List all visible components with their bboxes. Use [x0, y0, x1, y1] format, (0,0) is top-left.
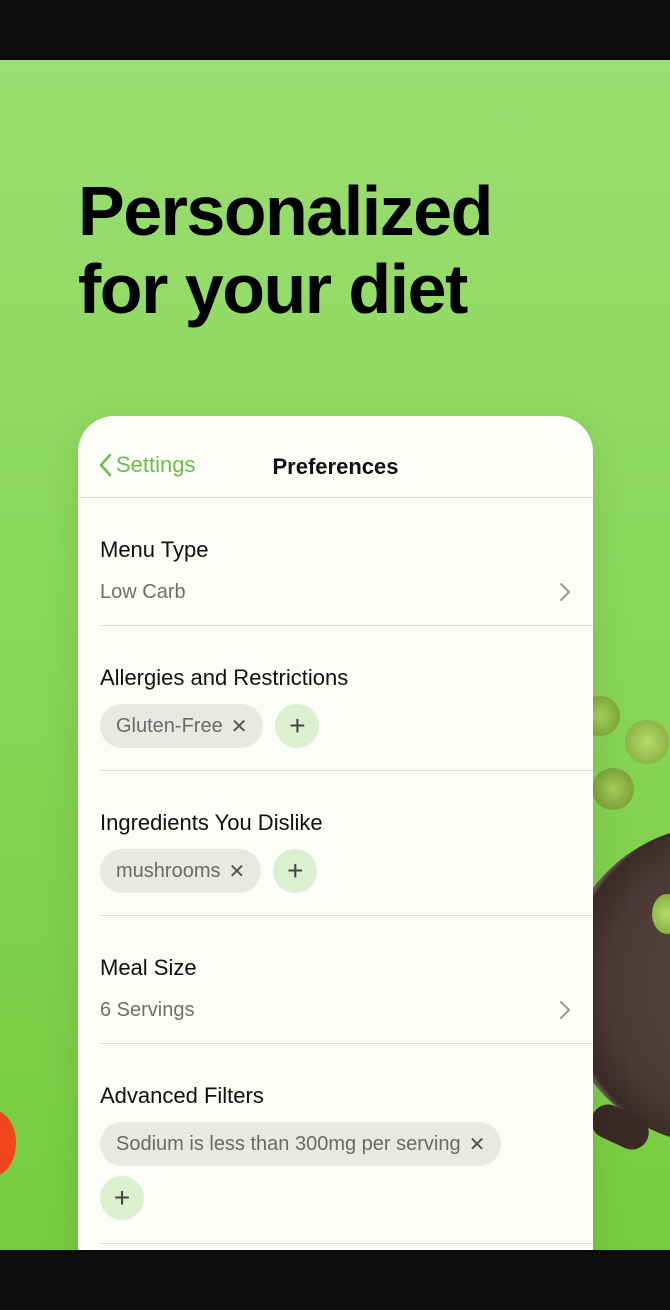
- plus-icon: +: [113, 1182, 131, 1213]
- page-title: Preferences: [272, 454, 399, 479]
- brussels-sprout-illustration: [592, 768, 634, 810]
- menu-type-value: Low Carb: [100, 581, 186, 603]
- menu-type-title: Menu Type: [100, 537, 209, 562]
- headline-line-2: for your diet: [78, 250, 468, 328]
- chevron-right-icon: [560, 583, 570, 601]
- nav-bar: Settings Preferences: [78, 416, 593, 498]
- add-allergy-button[interactable]: +: [275, 704, 320, 748]
- filter-chip[interactable]: Sodium is less than 300mg per serving ✕: [100, 1122, 502, 1166]
- chip-label: Gluten-Free: [116, 714, 223, 737]
- advanced-filters-title: Advanced Filters: [100, 1083, 264, 1108]
- promo-background: Personalized for your diet Settings Pref…: [0, 60, 670, 1250]
- dislike-chip[interactable]: mushrooms ✕: [100, 849, 262, 893]
- remove-icon[interactable]: ✕: [469, 1132, 486, 1157]
- chip-label: Sodium is less than 300mg per serving: [116, 1132, 461, 1155]
- brussels-sprout-illustration: [625, 720, 669, 764]
- add-dislike-button[interactable]: +: [273, 849, 318, 893]
- dislikes-section: Ingredients You Dislike mushrooms ✕ +: [100, 771, 593, 916]
- plus-icon: +: [287, 855, 304, 886]
- tomato-illustration: [0, 1110, 16, 1176]
- meal-size-title: Meal Size: [100, 955, 197, 980]
- allergies-section: Allergies and Restrictions Gluten-Free ✕…: [100, 626, 593, 771]
- advanced-filters-section: Advanced Filters Sodium is less than 300…: [100, 1044, 593, 1244]
- meal-size-value: 6 Servings: [100, 999, 195, 1021]
- remove-icon[interactable]: ✕: [231, 714, 248, 739]
- plus-icon: +: [289, 710, 306, 741]
- meal-size-row[interactable]: Meal Size 6 Servings: [100, 916, 593, 1044]
- preferences-screen: Settings Preferences Menu Type Low Carb …: [78, 416, 593, 1250]
- headline-line-1: Personalized: [78, 172, 493, 250]
- add-filter-button[interactable]: +: [100, 1176, 144, 1220]
- remove-icon[interactable]: ✕: [228, 859, 245, 884]
- menu-type-row[interactable]: Menu Type Low Carb: [100, 498, 593, 626]
- headline: Personalized for your diet: [78, 172, 493, 328]
- allergies-title: Allergies and Restrictions: [100, 665, 349, 690]
- chevron-right-icon: [560, 1001, 570, 1019]
- chip-label: mushrooms: [116, 859, 221, 882]
- allergy-chip[interactable]: Gluten-Free ✕: [100, 704, 264, 748]
- dislikes-title: Ingredients You Dislike: [100, 810, 323, 835]
